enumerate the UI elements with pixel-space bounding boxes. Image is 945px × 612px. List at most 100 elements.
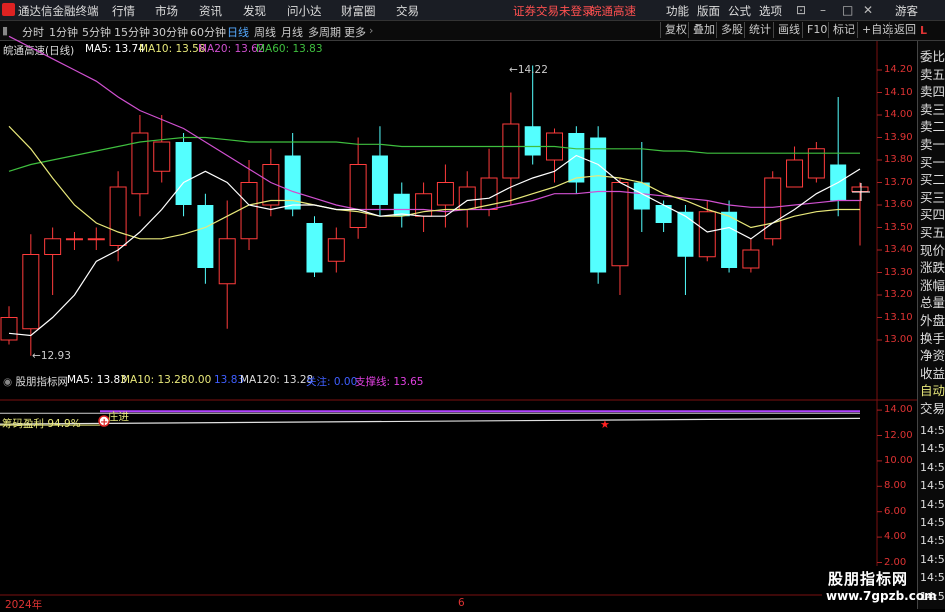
candle-body	[721, 211, 738, 268]
candle-body	[44, 238, 62, 255]
candle-body	[327, 238, 345, 262]
high-annotation: ←14.22	[509, 64, 548, 76]
ind-ma5: MA5: 13.83	[67, 374, 127, 386]
right-column-item[interactable]: 14:56	[920, 498, 945, 511]
price-tick-label: 13.70	[884, 176, 913, 188]
right-column-item[interactable]: 交易	[920, 398, 945, 417]
right-column-item[interactable]: 14:56	[920, 442, 945, 455]
right-column-item[interactable]: 换手	[920, 328, 945, 347]
price-tick-label: 13.30	[884, 266, 913, 278]
indicator-menu-icon[interactable]: ◉	[3, 376, 16, 388]
level-indicator: L	[920, 24, 928, 37]
banker-label: 庄进	[108, 411, 129, 423]
right-column-item[interactable]: 卖一	[920, 134, 945, 153]
candle-body	[590, 137, 607, 273]
indicator-white-line	[0, 417, 861, 425]
candle-body	[611, 182, 629, 267]
ind-ma120: MA120: 13.28	[240, 374, 314, 386]
candle-body	[22, 254, 40, 330]
star-marker-icon: ★	[600, 418, 610, 431]
price-tick-label: 13.50	[884, 221, 913, 233]
right-column-item[interactable]: 涨跌	[920, 257, 945, 276]
right-quote-column: 委比 卖五 卖四 卖三 卖二 卖一 买一 买二 买三 买四 买五 现价 涨跌 涨幅 总量 外盘 换手 净资 收益 自动…	[917, 41, 945, 609]
right-column-item[interactable]: 总量	[920, 292, 945, 311]
indicator-title-text: 股朋指标网	[15, 376, 69, 388]
right-column-item[interactable]: 外盘	[920, 310, 945, 329]
ind-support: 支撑线: 13.65	[355, 376, 424, 388]
candle-body	[436, 182, 454, 206]
indicator-tick-label: 12.00	[884, 429, 913, 441]
date-month: 6	[458, 597, 465, 609]
candle-body	[87, 238, 105, 241]
indicator-tick-label: 14.00	[884, 404, 913, 416]
candle-body	[786, 159, 804, 188]
candle-body	[218, 238, 236, 285]
indicator-title: ◉ 股朋指标网	[3, 374, 68, 389]
candle-body	[153, 141, 171, 172]
right-column-item[interactable]: 买三	[920, 187, 945, 206]
candle-body	[393, 193, 410, 217]
right-column-item[interactable]: 卖二	[920, 116, 945, 135]
right-column-item[interactable]: 14:56	[920, 553, 945, 566]
right-column-item[interactable]: 卖五	[920, 64, 945, 83]
site-watermark: 股朋指标网 www.7gpzb.com	[822, 566, 937, 609]
candle-body	[240, 182, 258, 240]
candle-body	[349, 164, 367, 228]
right-column-item[interactable]: 14:56	[920, 571, 945, 584]
indicator-tick-label: 6.00	[884, 505, 907, 517]
right-column-item[interactable]: 买一	[920, 152, 945, 171]
right-column-item[interactable]: 卖四	[920, 81, 945, 100]
ind-zero: : 0.00	[181, 374, 212, 386]
right-column-item[interactable]: 委比	[920, 46, 945, 65]
ind-watch: 关注: 0.00	[306, 376, 358, 388]
right-column-item[interactable]: 自动	[920, 380, 945, 399]
watermark-url: www.7gpzb.com	[826, 589, 937, 603]
right-column-item[interactable]: 净资	[920, 345, 945, 364]
right-column-item[interactable]: 买五	[920, 222, 945, 241]
date-year: 2024年	[5, 599, 43, 611]
price-tick-label: 13.80	[884, 154, 913, 165]
candle-body	[698, 211, 716, 258]
right-column-item[interactable]: 买四	[920, 204, 945, 223]
candle-body	[175, 142, 192, 205]
candle-body	[65, 238, 83, 241]
price-tick-label: 13.20	[884, 289, 913, 300]
right-column-item[interactable]: 14:56	[920, 479, 945, 492]
low-annotation: ←12.93	[32, 350, 71, 362]
low-value: 12.93	[40, 350, 71, 362]
candlestick-chart[interactable]: + ★	[0, 0, 917, 609]
price-tick-label: 13.10	[884, 311, 913, 323]
price-tick-label: 14.00	[884, 109, 913, 120]
candle-body	[524, 126, 541, 156]
candle-body	[109, 186, 127, 246]
right-column-item[interactable]: 14:56	[920, 461, 945, 474]
price-tick-label: 13.60	[884, 199, 913, 210]
indicator-tick-label: 10.00	[884, 454, 913, 466]
candle-body	[851, 186, 869, 192]
right-column-item[interactable]: 收益	[920, 363, 945, 382]
candle-body	[677, 211, 694, 257]
candle-body	[0, 317, 18, 341]
candle-body	[371, 155, 388, 205]
candle-body	[764, 177, 782, 240]
price-tick-label: 13.40	[884, 244, 913, 255]
right-column-item[interactable]: 涨幅	[920, 275, 945, 294]
indicator-tick-label: 4.00	[884, 531, 907, 543]
candle-body	[197, 205, 214, 268]
ind-ma10: MA10: 13.28	[121, 374, 188, 386]
price-tick-label: 14.10	[884, 86, 913, 98]
price-tick-label: 13.00	[884, 334, 913, 345]
price-tick-label: 13.90	[884, 131, 913, 143]
watermark-title: 股朋指标网	[828, 570, 909, 588]
indicator-tick-label: 8.00	[884, 480, 907, 492]
chip-profit-label: 筹码盈利 94.9%	[2, 418, 81, 430]
right-column-item[interactable]: 14:56	[920, 516, 945, 529]
right-column-item[interactable]: 14:56	[920, 424, 945, 437]
right-column-item[interactable]: 14:56	[920, 534, 945, 547]
right-column-item[interactable]: 卖三	[920, 99, 945, 118]
high-value: 14.22	[517, 64, 548, 76]
right-column-item[interactable]: 买二	[920, 169, 945, 188]
right-column-item[interactable]: 现价	[920, 240, 945, 259]
candle-body	[742, 249, 760, 269]
price-tick-label: 14.20	[884, 64, 913, 75]
